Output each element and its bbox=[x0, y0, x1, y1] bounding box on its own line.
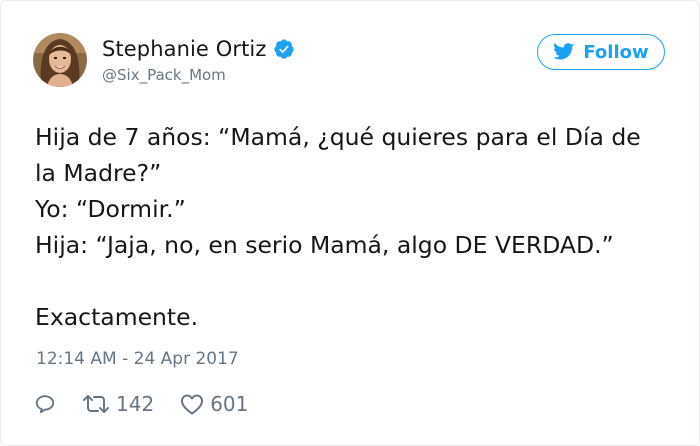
user-info: Stephanie Ortiz @Six_Pack_Mom bbox=[102, 35, 295, 84]
tweet-text-line: la Madre?” bbox=[35, 159, 162, 187]
tweet-timestamp[interactable]: 12:14 AM - 24 Apr 2017 bbox=[36, 349, 239, 369]
follow-button-label: Follow bbox=[583, 41, 649, 63]
tweet-card: Stephanie Ortiz @Six_Pack_Mom Follow Hij… bbox=[0, 0, 700, 446]
avatar-image bbox=[33, 33, 87, 87]
retweet-count: 142 bbox=[116, 392, 155, 416]
tweet-text-line: Yo: “Dormir.” bbox=[35, 195, 186, 223]
retweet-icon bbox=[83, 395, 109, 413]
display-name[interactable]: Stephanie Ortiz bbox=[102, 37, 267, 61]
tweet-text-line: Exactamente. bbox=[35, 303, 199, 331]
like-button[interactable]: 601 bbox=[180, 392, 248, 416]
tweet-text: Hija de 7 años: “Mamá, ¿qué quieres para… bbox=[35, 119, 675, 335]
reply-button[interactable] bbox=[34, 393, 56, 415]
tweet-text-line: Hija: “Jaja, no, en serio Mamá, algo DE … bbox=[35, 231, 614, 259]
tweet-header: Stephanie Ortiz @Six_Pack_Mom Follow bbox=[33, 33, 673, 89]
twitter-bird-icon bbox=[553, 43, 575, 61]
heart-icon bbox=[181, 394, 204, 415]
retweet-button[interactable]: 142 bbox=[82, 392, 154, 416]
user-handle[interactable]: @Six_Pack_Mom bbox=[102, 66, 295, 84]
tweet-actions: 142 601 bbox=[34, 389, 274, 419]
like-count: 601 bbox=[210, 392, 249, 416]
verified-badge-icon bbox=[273, 38, 295, 60]
avatar[interactable] bbox=[33, 33, 87, 87]
follow-button[interactable]: Follow bbox=[537, 34, 665, 70]
reply-icon bbox=[35, 395, 55, 414]
name-row: Stephanie Ortiz bbox=[102, 35, 295, 63]
tweet-text-line: Hija de 7 años: “Mamá, ¿qué quieres para… bbox=[35, 123, 641, 151]
